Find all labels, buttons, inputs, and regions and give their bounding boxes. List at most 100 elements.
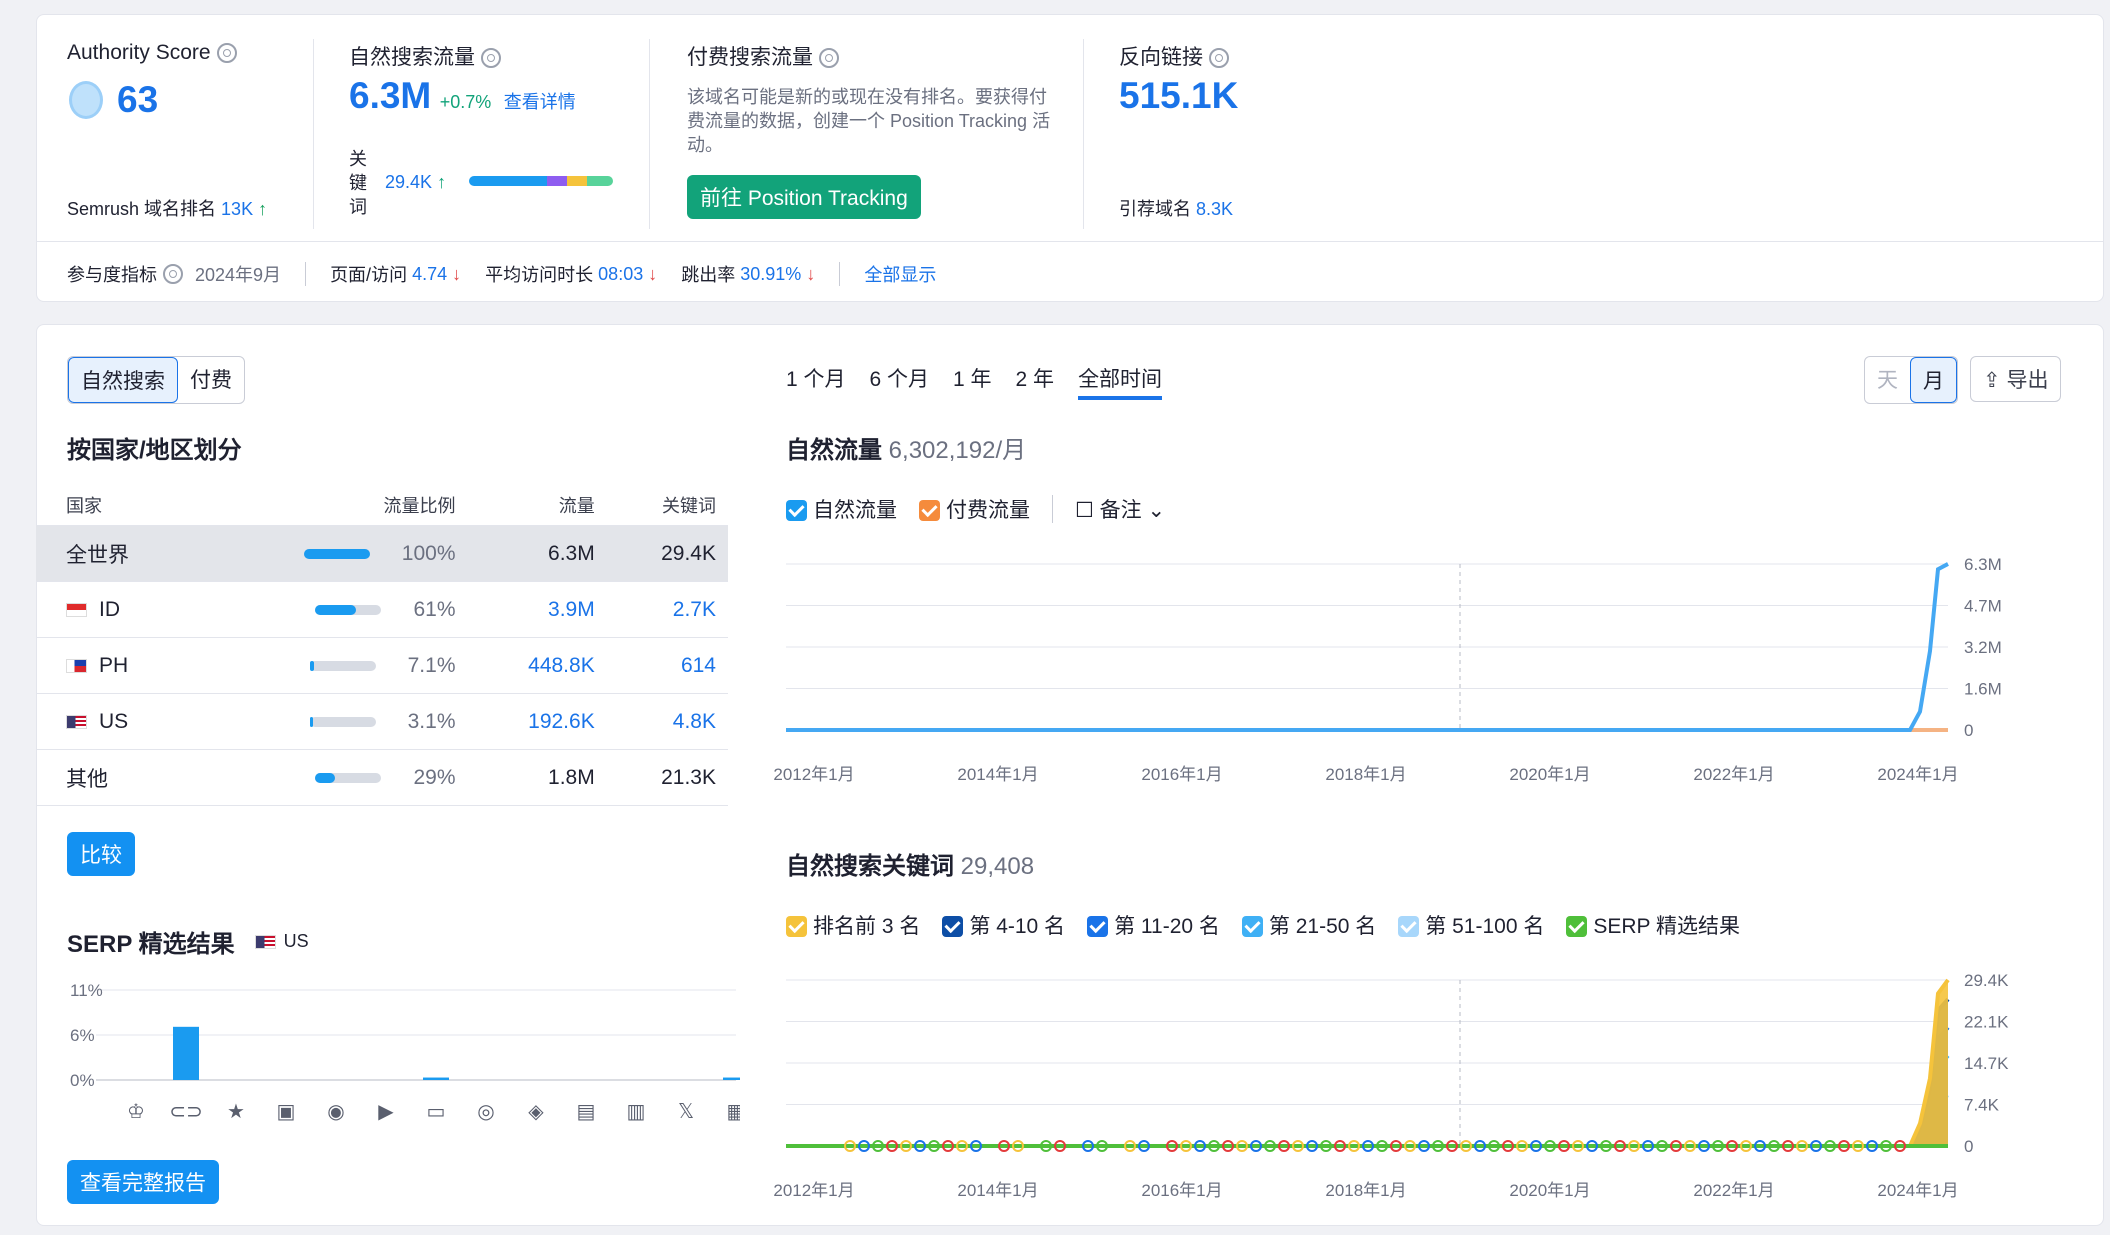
- serp-bar: [173, 1026, 199, 1080]
- y-tick-label: 3.2M: [1964, 638, 2002, 657]
- info-icon[interactable]: [216, 43, 237, 63]
- authority-score-label: Authority Score: [67, 41, 237, 65]
- period-1m[interactable]: 1 个月: [786, 363, 846, 400]
- export-button[interactable]: ⇪ 导出: [1970, 356, 2062, 402]
- y-tick-label: 14.7K: [1964, 1054, 2009, 1073]
- briefcase-icon: ▥: [627, 1101, 646, 1123]
- x-tick-label: 2020年1月: [1509, 1181, 1590, 1200]
- gallery-icon: ▦: [727, 1101, 740, 1123]
- review-icon: ▭: [427, 1101, 446, 1123]
- period-selector: 1 个月 6 个月 1 年 2 年 全部时间: [786, 363, 1163, 400]
- period-all[interactable]: 全部时间: [1078, 363, 1163, 400]
- view-details-link[interactable]: 查看详情: [504, 92, 576, 112]
- period-2y[interactable]: 2 年: [1016, 363, 1055, 400]
- info-icon[interactable]: [819, 48, 839, 68]
- us-flag-icon: [66, 714, 87, 729]
- share-bar: [315, 604, 382, 615]
- notes-dropdown[interactable]: ☐ 备注 ⌄: [1075, 494, 1165, 524]
- legend-11-20[interactable]: 第 11-20 名: [1087, 910, 1220, 940]
- chevron-down-icon: ⌄: [1147, 499, 1166, 522]
- crown-icon: ♔: [127, 1101, 145, 1123]
- position-tracking-button[interactable]: 前往 Position Tracking: [687, 175, 921, 219]
- x-tick-label: 2014年1月: [957, 765, 1038, 784]
- x-tick-label: 2016年1月: [1141, 765, 1222, 784]
- keywords-value[interactable]: 29.4K ↑: [385, 172, 446, 193]
- info-icon[interactable]: [1209, 48, 1229, 68]
- legend-serp[interactable]: SERP 精选结果: [1566, 910, 1740, 940]
- graduation-icon: ◈: [528, 1101, 544, 1123]
- legend-paid[interactable]: 付费流量: [919, 494, 1030, 524]
- backlinks-label: 反向链接: [1119, 41, 1229, 71]
- period-6m[interactable]: 6 个月: [870, 363, 930, 400]
- country-section-title: 按国家/地区划分: [67, 437, 242, 464]
- referring-domains: 引荐域名 8.3K: [1119, 199, 1234, 219]
- traffic-chart: 6.3M 4.7M 3.2M 1.6M 0 2012年1月 2014年1月 2016年1月 20…: [773, 555, 2002, 784]
- share-bar: [303, 548, 370, 559]
- info-icon[interactable]: [163, 264, 183, 284]
- keywords-label: 关键词: [349, 149, 367, 217]
- show-all-link[interactable]: 全部显示: [864, 261, 936, 287]
- legend-top3[interactable]: 排名前 3 名: [786, 910, 920, 940]
- legend-organic[interactable]: 自然流量: [786, 494, 897, 524]
- period-1y[interactable]: 1 年: [953, 363, 992, 400]
- series-line: [786, 1026, 1950, 1148]
- series-area: [786, 1027, 1948, 1146]
- y-tick-label: 0%: [70, 1071, 95, 1090]
- traffic-legend: 自然流量 付费流量 ☐ 备注 ⌄: [786, 494, 1165, 524]
- legend-51-100[interactable]: 第 51-100 名: [1398, 910, 1544, 940]
- semrush-rank: Semrush 域名排名 13K ↑: [67, 199, 268, 219]
- authority-score: 63: [69, 79, 158, 121]
- series-line: [786, 1093, 1949, 1148]
- x-tick-label: 2024年1月: [1877, 1181, 1958, 1200]
- full-report-button[interactable]: 查看完整报告: [67, 1160, 219, 1204]
- x-tick-label: 2022年1月: [1693, 765, 1774, 784]
- x-tick-label: 2016年1月: [1141, 1181, 1222, 1200]
- rank-value[interactable]: 13K: [221, 199, 253, 219]
- x-tick-label: 2020年1月: [1509, 765, 1590, 784]
- referring-domains-value[interactable]: 8.3K: [1196, 199, 1233, 219]
- legend-4-10[interactable]: 第 4-10 名: [942, 910, 1065, 940]
- table-row[interactable]: ID 61% 3.9M 2.7K: [36, 581, 728, 638]
- x-tick-label: 2014年1月: [957, 1181, 1038, 1200]
- table-row[interactable]: US 3.1% 192.6K 4.8K: [36, 693, 728, 750]
- legend-21-50[interactable]: 第 21-50 名: [1241, 910, 1376, 940]
- us-flag-icon: [254, 934, 276, 949]
- info-icon[interactable]: [481, 48, 501, 68]
- overview-card: Authority Score 63 Semrush 域名排名 13K ↑ 自然…: [36, 14, 2104, 302]
- location-icon: ◎: [477, 1101, 494, 1123]
- video-icon: ◉: [327, 1101, 344, 1123]
- keywords-legend: 排名前 3 名 第 4-10 名 第 11-20 名 第 21-50 名 第 5…: [786, 910, 1740, 940]
- x-icon: 𝕏: [678, 1101, 694, 1123]
- organic-traffic: 6.3M +0.7% 查看详情: [349, 75, 576, 116]
- serp-section-title: SERP 精选结果 US: [67, 931, 309, 958]
- tab-organic[interactable]: 自然搜索: [68, 357, 178, 403]
- link-icon: ⊂⊃: [169, 1101, 203, 1123]
- authority-gauge-icon: [69, 81, 103, 119]
- y-tick-label: 1.6M: [1964, 680, 2002, 699]
- image-icon: ▣: [277, 1101, 296, 1123]
- paid-description: 该域名可能是新的或现在没有排名。要获得付费流量的数据，创建一个 Position…: [687, 87, 1051, 155]
- organic-traffic-label: 自然搜索流量: [349, 41, 501, 71]
- granularity-month[interactable]: 月: [1910, 357, 1957, 403]
- table-row[interactable]: 其他 29% 1.8M 21.3K: [36, 749, 728, 806]
- table-row[interactable]: PH 7.1% 448.8K 614: [36, 637, 728, 694]
- x-tick-label: 2018年1月: [1325, 1181, 1406, 1200]
- traffic-chart-title: 自然流量 6,302,192/月: [786, 437, 1027, 464]
- granularity-day[interactable]: 天: [1865, 357, 1910, 403]
- upload-icon: ⇪: [1983, 369, 2001, 392]
- share-bar: [309, 660, 376, 671]
- x-tick-label: 2012年1月: [773, 1181, 854, 1200]
- compare-button[interactable]: 比较: [67, 832, 135, 876]
- tab-paid[interactable]: 付费: [178, 357, 244, 403]
- x-tick-label: 2012年1月: [773, 765, 854, 784]
- y-tick-label: 29.4K: [1964, 971, 2009, 990]
- backlinks-value[interactable]: 515.1K: [1119, 75, 1238, 117]
- share-bar: [315, 772, 382, 783]
- paid-traffic-label: 付费搜索流量: [687, 41, 839, 71]
- country-table: 国家 流量比例 流量 关键词 全世界 100% 6.3M 29.4K ID 61…: [36, 485, 728, 806]
- granularity-toggle: 天 月: [1864, 356, 1958, 404]
- star-icon: ★: [227, 1101, 245, 1123]
- table-row[interactable]: 全世界 100% 6.3M 29.4K: [36, 525, 728, 582]
- y-tick-label: 6.3M: [1964, 555, 2002, 574]
- col-share: 流量比例: [383, 496, 456, 516]
